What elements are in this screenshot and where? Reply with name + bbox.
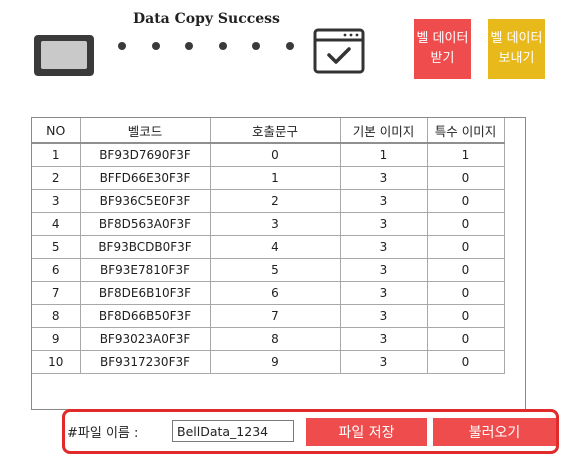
- cell-call-phrase: 6: [209, 281, 341, 305]
- file-name-input[interactable]: [172, 420, 294, 442]
- cell-special-image: 0: [426, 212, 505, 236]
- load-file-button[interactable]: 불러오기: [433, 418, 556, 446]
- cell-bell-code: BF93D7690F3F: [79, 142, 211, 167]
- progress-dots: [118, 42, 298, 54]
- file-save-panel: #파일 이름 : 파일 저장 불러오기: [62, 409, 559, 454]
- device-screen: [41, 41, 87, 69]
- send-bell-data-button[interactable]: 벨 데이터 보내기: [488, 19, 545, 79]
- cell-call-phrase: 8: [209, 327, 341, 351]
- cell-no: 1: [32, 142, 81, 167]
- file-name-label: #파일 이름 :: [67, 426, 139, 441]
- cell-call-phrase: 4: [209, 235, 341, 259]
- progress-dot: [185, 42, 193, 50]
- header-special-image[interactable]: 특수 이미지: [426, 118, 505, 144]
- table-header-row: NO 벨코드 호출문구 기본 이미지 특수 이미지: [32, 118, 505, 144]
- cell-bell-code: BFFD66E30F3F: [79, 166, 211, 190]
- table-grid: NO 벨코드 호출문구 기본 이미지 특수 이미지 1 BF93D7690F3F 0…: [32, 118, 505, 374]
- cell-special-image: 0: [426, 235, 505, 259]
- progress-dot: [118, 42, 126, 50]
- table-row[interactable]: 5 BF93BCDB0F3F 4 3 0: [32, 235, 505, 259]
- table-row[interactable]: 1 BF93D7690F3F 0 1 1: [32, 142, 505, 167]
- cell-special-image: 0: [426, 189, 505, 213]
- cell-no: 5: [32, 235, 81, 259]
- cell-special-image: 1: [426, 142, 505, 167]
- cell-bell-code: BF8DE6B10F3F: [79, 281, 211, 305]
- table-row[interactable]: 7 BF8DE6B10F3F 6 3 0: [32, 281, 505, 305]
- window-check-icon: [313, 28, 365, 74]
- table-row[interactable]: 3 BF936C5E0F3F 2 3 0: [32, 189, 505, 213]
- status-title: Data Copy Success: [133, 11, 280, 27]
- cell-call-phrase: 7: [209, 304, 341, 328]
- cell-default-image: 3: [339, 212, 428, 236]
- cell-bell-code: BF93023A0F3F: [79, 327, 211, 351]
- cell-call-phrase: 5: [209, 258, 341, 282]
- cell-default-image: 3: [339, 350, 428, 374]
- progress-dot: [252, 42, 260, 50]
- cell-no: 4: [32, 212, 81, 236]
- header-bell-code[interactable]: 벨코드: [79, 118, 211, 144]
- cell-call-phrase: 0: [209, 142, 341, 167]
- device-icon: [34, 35, 94, 76]
- header-call-phrase[interactable]: 호출문구: [209, 118, 341, 144]
- cell-bell-code: BF8D66B50F3F: [79, 304, 211, 328]
- cell-default-image: 3: [339, 166, 428, 190]
- table-body: 1 BF93D7690F3F 0 1 1 2 BFFD66E30F3F 1 3 0 3 BF936C5…: [32, 142, 505, 374]
- cell-default-image: 3: [339, 304, 428, 328]
- cell-special-image: 0: [426, 281, 505, 305]
- cell-default-image: 3: [339, 189, 428, 213]
- cell-no: 2: [32, 166, 81, 190]
- cell-default-image: 3: [339, 235, 428, 259]
- header-default-image[interactable]: 기본 이미지: [339, 118, 428, 144]
- cell-bell-code: BF93E7810F3F: [79, 258, 211, 282]
- receive-bell-data-button[interactable]: 벨 데이터 받기: [414, 19, 471, 79]
- table-row[interactable]: 4 BF8D563A0F3F 3 3 0: [32, 212, 505, 236]
- cell-call-phrase: 3: [209, 212, 341, 236]
- table-row[interactable]: 2 BFFD66E30F3F 1 3 0: [32, 166, 505, 190]
- table-row[interactable]: 10 BF9317230F3F 9 3 0: [32, 350, 505, 374]
- cell-no: 3: [32, 189, 81, 213]
- cell-special-image: 0: [426, 258, 505, 282]
- header-no[interactable]: NO: [32, 118, 81, 144]
- cell-bell-code: BF9317230F3F: [79, 350, 211, 374]
- progress-dot: [286, 42, 294, 50]
- cell-default-image: 1: [339, 142, 428, 167]
- cell-no: 9: [32, 327, 81, 351]
- cell-no: 7: [32, 281, 81, 305]
- cell-call-phrase: 9: [209, 350, 341, 374]
- progress-dot: [219, 42, 227, 50]
- cell-special-image: 0: [426, 304, 505, 328]
- cell-special-image: 0: [426, 166, 505, 190]
- cell-default-image: 3: [339, 258, 428, 282]
- cell-special-image: 0: [426, 350, 505, 374]
- cell-no: 6: [32, 258, 81, 282]
- cell-default-image: 3: [339, 327, 428, 351]
- cell-bell-code: BF936C5E0F3F: [79, 189, 211, 213]
- table-row[interactable]: 8 BF8D66B50F3F 7 3 0: [32, 304, 505, 328]
- cell-bell-code: BF93BCDB0F3F: [79, 235, 211, 259]
- progress-dot: [152, 42, 160, 50]
- cell-call-phrase: 1: [209, 166, 341, 190]
- table-row[interactable]: 6 BF93E7810F3F 5 3 0: [32, 258, 505, 282]
- cell-call-phrase: 2: [209, 189, 341, 213]
- cell-bell-code: BF8D563A0F3F: [79, 212, 211, 236]
- cell-default-image: 3: [339, 281, 428, 305]
- cell-no: 10: [32, 350, 81, 374]
- table-row[interactable]: 9 BF93023A0F3F 8 3 0: [32, 327, 505, 351]
- bell-data-table[interactable]: NO 벨코드 호출문구 기본 이미지 특수 이미지 1 BF93D7690F3F 0…: [31, 117, 526, 410]
- cell-special-image: 0: [426, 327, 505, 351]
- cell-no: 8: [32, 304, 81, 328]
- save-file-button[interactable]: 파일 저장: [306, 418, 427, 446]
